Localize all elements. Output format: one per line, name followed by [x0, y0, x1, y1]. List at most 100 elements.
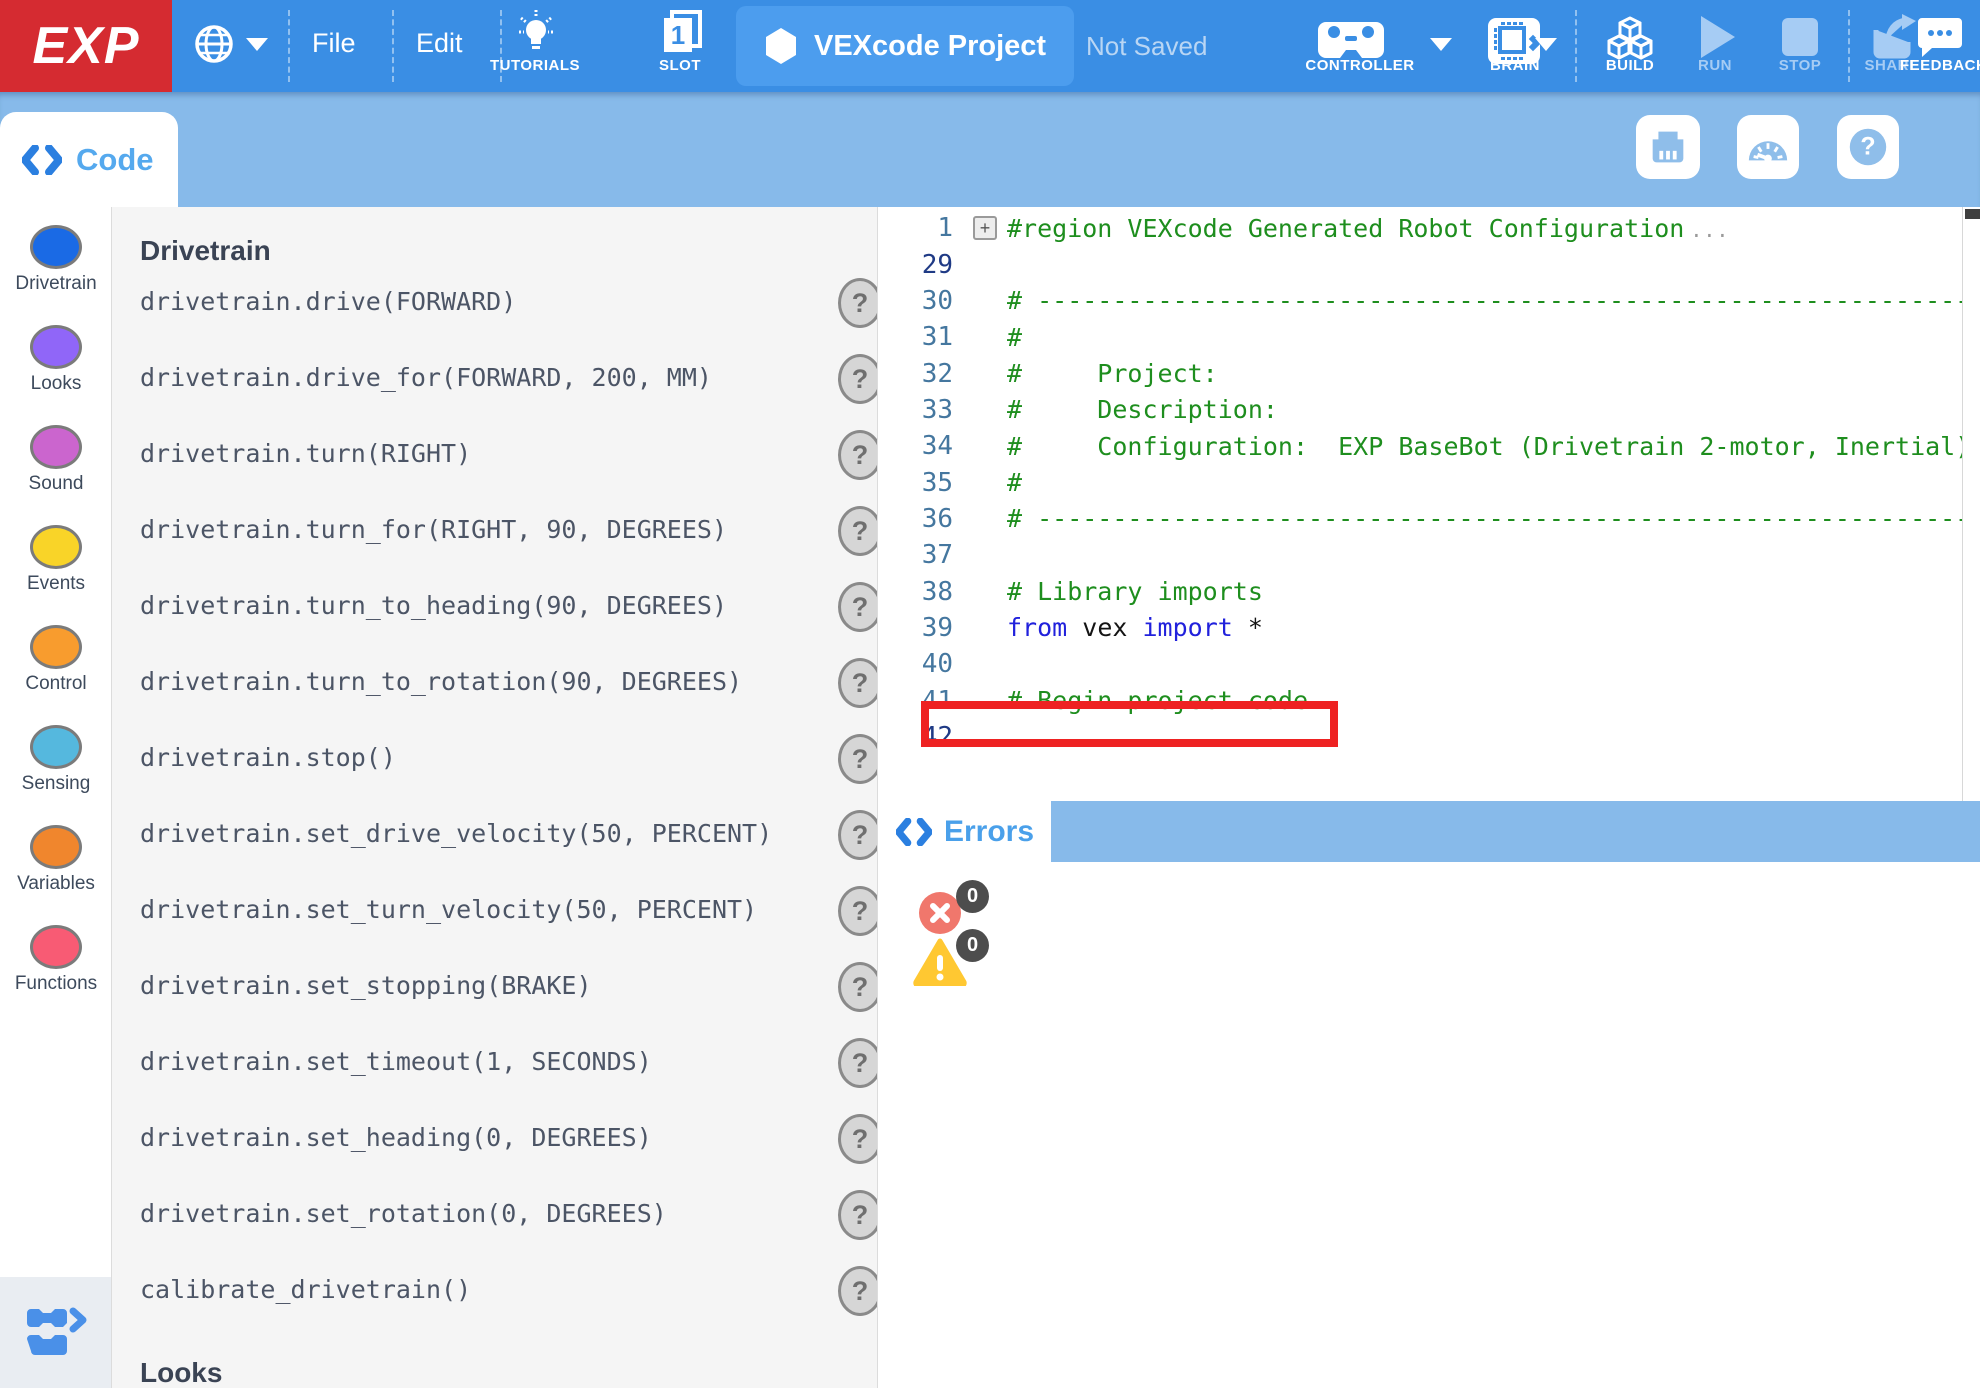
sidebar-item-control[interactable]: Control — [0, 625, 112, 695]
warning-count-badge: 0 — [956, 929, 989, 962]
code-line[interactable]: 36 # ------------------------------------… — [878, 501, 1980, 537]
command-item[interactable]: drivetrain.set_turn_velocity(50, PERCENT… — [140, 895, 757, 924]
code-line[interactable]: 35 # — [878, 464, 1980, 500]
x-icon — [929, 902, 951, 924]
code-line[interactable]: 1+#region VEXcode Generated Robot Config… — [878, 210, 1980, 246]
command-item[interactable]: drivetrain.turn_to_heading(90, DEGREES) — [140, 591, 727, 620]
brain-caret-icon[interactable] — [1535, 38, 1557, 51]
command-help-button[interactable]: ? — [838, 278, 878, 328]
sidebar-item-variables[interactable]: Variables — [0, 825, 112, 895]
line-number: 29 — [878, 250, 965, 280]
line-number: 36 — [878, 504, 965, 534]
sound-category-icon — [30, 425, 82, 469]
command-item[interactable]: drivetrain.drive(FORWARD) — [140, 287, 516, 316]
code-token: # Project: — [1007, 359, 1218, 388]
command-help-button[interactable]: ? — [838, 810, 878, 860]
command-help-button[interactable]: ? — [838, 1038, 878, 1088]
code-token: # Description: — [1007, 395, 1278, 424]
command-item[interactable]: drivetrain.turn(RIGHT) — [140, 439, 471, 468]
code-line[interactable]: 30# ------------------------------------… — [878, 283, 1980, 319]
code-line[interactable]: 37 — [878, 537, 1980, 573]
tutorials-label: TUTORIALS — [470, 57, 600, 74]
code-line[interactable]: 31# — [878, 319, 1980, 355]
line-number: 39 — [878, 613, 965, 643]
sidebar-item-drivetrain[interactable]: Drivetrain — [0, 225, 112, 295]
folded-code-ellipsis[interactable]: ... — [1690, 218, 1729, 242]
code-line[interactable]: 34# Configuration: EXP BaseBot (Drivetra… — [878, 428, 1980, 464]
sidebar-item-events[interactable]: Events — [0, 525, 112, 595]
command-item[interactable]: calibrate_drivetrain() — [140, 1275, 471, 1304]
project-name: VEXcode Project — [814, 30, 1046, 63]
project-name-button[interactable]: VEXcode Project — [736, 6, 1074, 86]
command-item[interactable]: drivetrain.drive_for(FORWARD, 200, MM) — [140, 363, 712, 392]
line-number: 1 — [878, 213, 965, 243]
errors-tab[interactable]: Errors — [878, 801, 1051, 862]
command-help-button[interactable]: ? — [838, 1190, 878, 1240]
events-category-icon — [30, 525, 82, 569]
dashboard-button[interactable] — [1737, 115, 1799, 179]
command-item[interactable]: drivetrain.stop() — [140, 743, 396, 772]
language-globe-button[interactable] — [192, 22, 236, 71]
command-item[interactable]: drivetrain.turn_to_rotation(90, DEGREES) — [140, 667, 742, 696]
command-item[interactable]: drivetrain.set_stopping(BRAKE) — [140, 971, 592, 1000]
command-help-button[interactable]: ? — [838, 658, 878, 708]
command-help-button[interactable]: ? — [838, 1114, 878, 1164]
stop-icon — [1780, 16, 1820, 58]
brain-label: BRAIN — [1470, 57, 1560, 74]
help-button-top[interactable]: ? — [1837, 115, 1899, 179]
code-tab-label: Code — [76, 142, 154, 178]
command-help-button[interactable]: ? — [838, 354, 878, 404]
svg-text:?: ? — [1860, 133, 1875, 161]
sidebar-item-functions[interactable]: Functions — [0, 925, 112, 995]
controller-caret-icon[interactable] — [1430, 38, 1452, 51]
code-line[interactable]: 32# Project: — [878, 355, 1980, 391]
code-line[interactable]: 39from vex import * — [878, 610, 1980, 646]
code-token: # — [1007, 468, 1022, 497]
sidebar-item-looks[interactable]: Looks — [0, 325, 112, 395]
globe-caret-icon[interactable] — [246, 38, 268, 51]
svg-text:1: 1 — [671, 20, 685, 50]
device-info-button[interactable] — [1636, 115, 1700, 179]
scrollbar-thumb[interactable] — [1965, 209, 1980, 219]
code-token: from — [1007, 613, 1067, 642]
code-token: # --------------------------------------… — [1007, 504, 1980, 533]
sidebar-item-sound[interactable]: Sound — [0, 425, 112, 495]
sidebar-item-label: Functions — [0, 973, 112, 995]
variables-category-icon — [30, 825, 82, 869]
code-tab[interactable]: Code — [0, 112, 178, 207]
command-help-button[interactable]: ? — [838, 506, 878, 556]
menu-file[interactable]: File — [312, 28, 356, 59]
command-help-button[interactable]: ? — [838, 962, 878, 1012]
command-item[interactable]: drivetrain.set_drive_velocity(50, PERCEN… — [140, 819, 772, 848]
code-token: * — [1233, 613, 1263, 642]
command-list-panel: Drivetrain drivetrain.drive(FORWARD)?dri… — [112, 207, 878, 1388]
feedback-icon — [1916, 16, 1964, 58]
help-icon: ? — [1845, 124, 1891, 170]
command-item[interactable]: drivetrain.set_rotation(0, DEGREES) — [140, 1199, 667, 1228]
menu-edit[interactable]: Edit — [416, 28, 463, 59]
command-help-button[interactable]: ? — [838, 886, 878, 936]
command-help-button[interactable]: ? — [838, 1266, 878, 1316]
command-item[interactable]: drivetrain.set_timeout(1, SECONDS) — [140, 1047, 652, 1076]
line-number: 35 — [878, 468, 965, 498]
toolbar-separator — [392, 10, 394, 82]
code-line[interactable]: 29 — [878, 246, 1980, 282]
sidebar-item-label: Drivetrain — [0, 273, 112, 295]
blocks-toggle-button[interactable] — [0, 1277, 111, 1388]
editor-scrollbar[interactable] — [1962, 207, 1980, 801]
device-port-icon — [1645, 124, 1691, 170]
command-item[interactable]: drivetrain.set_heading(0, DEGREES) — [140, 1123, 652, 1152]
sidebar-item-sensing[interactable]: Sensing — [0, 725, 112, 795]
run-label: RUN — [1675, 57, 1755, 74]
code-line[interactable]: 40 — [878, 646, 1980, 682]
lightbulb-icon — [516, 8, 556, 54]
exp-logo: EXP — [0, 0, 172, 92]
code-line[interactable]: 33 # Description: — [878, 392, 1980, 428]
fold-expand-icon[interactable]: + — [973, 216, 997, 240]
command-item[interactable]: drivetrain.turn_for(RIGHT, 90, DEGREES) — [140, 515, 727, 544]
line-number: 33 — [878, 395, 965, 425]
code-line[interactable]: 38# Library imports — [878, 573, 1980, 609]
command-help-button[interactable]: ? — [838, 430, 878, 480]
command-help-button[interactable]: ? — [838, 734, 878, 784]
command-help-button[interactable]: ? — [838, 582, 878, 632]
